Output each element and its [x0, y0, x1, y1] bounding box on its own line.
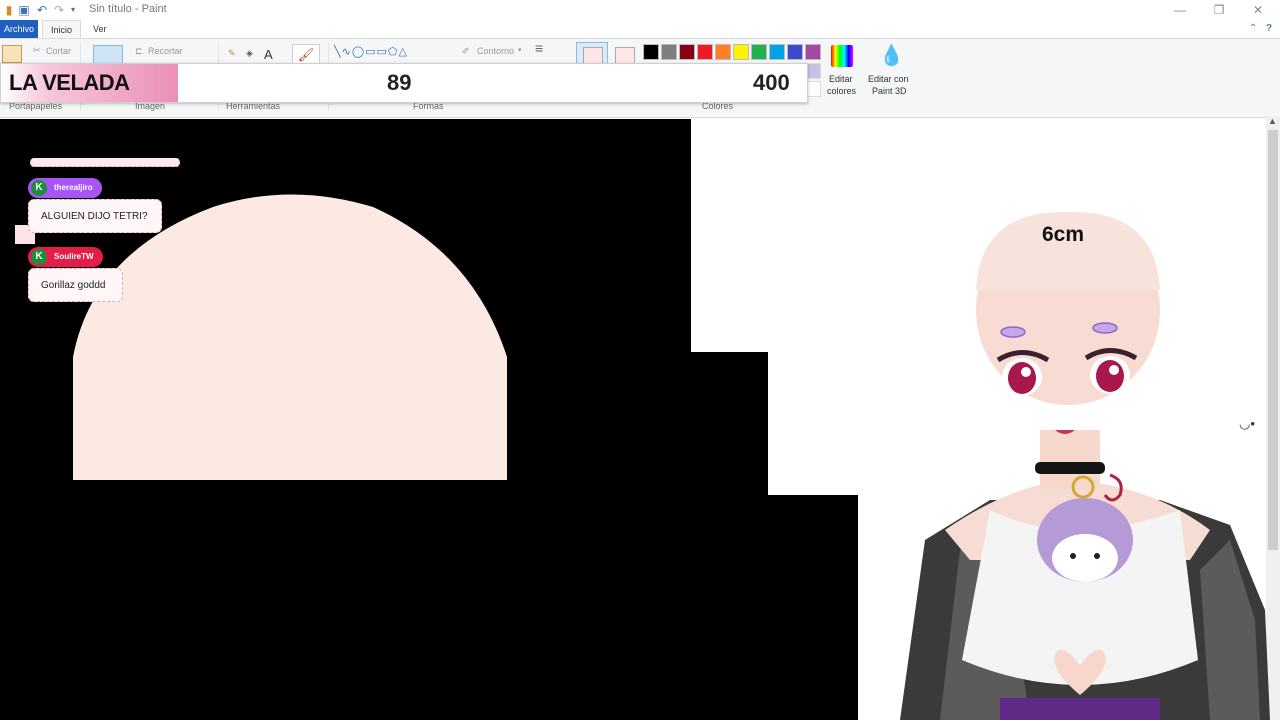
palette-color-black[interactable] — [643, 44, 659, 60]
scissors-icon[interactable]: ✂ — [33, 45, 41, 56]
palette-color-purple[interactable] — [805, 44, 821, 60]
shapes-gallery[interactable]: ╲∿◯▭▭⬠△ — [334, 45, 408, 58]
tab-view[interactable]: Ver — [85, 20, 115, 38]
edit-colors-label-line2[interactable]: colores — [827, 86, 856, 96]
chat-message: ALGUIEN DIJO TETRI? — [28, 199, 162, 233]
minimize-icon[interactable]: — — [1170, 2, 1190, 18]
line-size-icon[interactable]: ≡ — [535, 41, 543, 55]
canvas-white-region[interactable] — [768, 352, 858, 495]
kick-logo-icon: K — [31, 180, 47, 196]
palette-color-green[interactable] — [751, 44, 767, 60]
ribbon-tabs: Archivo Inicio Ver ⌃ ? — [0, 20, 1280, 38]
scoreboard-overlay: LA VELADA 89 400 — [0, 63, 808, 103]
title-bar: ▮ ▣ ↶ ↷ ▾ Sin título - Paint — ❐ ✕ — [0, 0, 1280, 20]
scoreboard-value-a: 89 — [387, 70, 412, 95]
save-icon[interactable]: ▣ — [17, 3, 31, 17]
window-title: Sin título - Paint — [89, 3, 167, 15]
chat-message-text: ALGUIEN DIJO TETRI? — [41, 211, 148, 222]
palette-color-yellow[interactable] — [733, 44, 749, 60]
crop-button[interactable]: Recortar — [148, 46, 183, 56]
chat-username: SoulireTW — [54, 252, 94, 261]
tab-file[interactable]: Archivo — [0, 20, 39, 38]
palette-color-gray[interactable] — [661, 44, 677, 60]
edit-paint3d-label-line2[interactable]: Paint 3D — [872, 86, 907, 96]
outline-icon[interactable]: ✐ — [462, 46, 470, 57]
edit-colors-icon[interactable] — [831, 45, 853, 67]
chat-message: Gorillaz goddd — [28, 268, 123, 302]
collapse-ribbon-icon[interactable]: ⌃ — [1249, 23, 1257, 34]
redo-icon[interactable]: ↷ — [52, 3, 66, 17]
chat-message-text: Gorillaz goddd — [41, 280, 106, 291]
crop-icon[interactable]: ⊏ — [135, 46, 143, 57]
outline-button[interactable]: Contorno — [477, 46, 514, 56]
scoreboard-title: LA VELADA — [9, 70, 130, 95]
vtuber-avatar — [900, 211, 1270, 720]
kick-logo-icon: K — [31, 249, 47, 265]
tab-home[interactable]: Inicio — [42, 20, 82, 38]
palette-color-orange[interactable] — [715, 44, 731, 60]
chat-message-partial — [30, 158, 180, 167]
quick-access-dropdown-icon[interactable]: ▾ — [66, 3, 80, 17]
text-icon[interactable]: A — [264, 47, 273, 62]
fill-icon[interactable]: ◈ — [246, 48, 253, 59]
pink-dome-shape — [73, 194, 507, 480]
undo-icon[interactable]: ↶ — [35, 3, 49, 17]
palette-color-dark-red[interactable] — [679, 44, 695, 60]
scoreboard-value-b: 400 — [753, 70, 790, 95]
canvas-white-region[interactable] — [691, 119, 858, 352]
cut-button[interactable]: Cortar — [46, 46, 71, 56]
palette-color-indigo[interactable] — [787, 44, 803, 60]
palette-color-red[interactable] — [697, 44, 713, 60]
restore-icon[interactable]: ❐ — [1209, 2, 1229, 18]
chat-username: therealjiro — [54, 183, 93, 192]
help-icon[interactable]: ? — [1266, 23, 1272, 34]
paint-app-icon: ▮ — [5, 3, 13, 17]
chat-username-badge: K therealjiro — [28, 178, 102, 198]
loading-cursor-icon: ◡• — [1239, 416, 1255, 431]
chat-username-badge: K SoulireTW — [28, 247, 103, 267]
close-icon[interactable]: ✕ — [1248, 2, 1268, 18]
palette-color-turquoise[interactable] — [769, 44, 785, 60]
outline-dropdown-icon[interactable]: ▾ — [518, 46, 522, 54]
avatar-size-label: 6cm — [1042, 223, 1085, 246]
paste-icon[interactable] — [2, 45, 22, 63]
select-icon[interactable] — [93, 45, 123, 65]
pencil-icon[interactable]: ✎ — [228, 48, 236, 59]
paint-3d-icon[interactable]: 💧 — [879, 45, 904, 67]
edit-paint3d-label-line1[interactable]: Editar con — [868, 74, 909, 84]
edit-colors-label-line1[interactable]: Editar — [829, 74, 853, 84]
scroll-up-icon[interactable]: ▲ — [1268, 116, 1277, 126]
